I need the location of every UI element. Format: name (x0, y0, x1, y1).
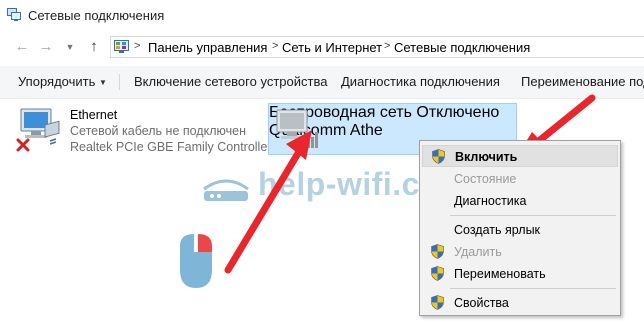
title-bar: Сетевые подключения (0, 0, 644, 32)
menu-divider (450, 215, 616, 216)
menu-divider (450, 288, 616, 289)
arrow-right-icon[interactable]: → (38, 37, 54, 57)
breadcrumb-network-connections[interactable]: Сетевые подключения (394, 40, 530, 55)
menu-item-status[interactable]: Состояние (422, 168, 618, 190)
toolbar-divider (119, 74, 120, 90)
arrow-left-icon[interactable]: ← (14, 37, 30, 57)
breadcrumb-separator: > (384, 40, 391, 52)
context-menu: Включить Состояние Диагностика Создать я… (419, 140, 621, 316)
connection-name: Ethernet (70, 108, 118, 122)
connection-status: Сетевой кабель не подключен (70, 124, 246, 138)
menu-item-rename[interactable]: Переименовать (422, 263, 618, 285)
menu-item-label: Удалить (454, 245, 502, 259)
menu-item-delete[interactable]: Удалить (422, 241, 618, 263)
connection-device: Realtek PCIe GBE Family Controller (70, 140, 272, 154)
uac-shield-icon (432, 149, 445, 164)
connection-status: Отключено (416, 104, 500, 121)
breadcrumb-control-panel[interactable]: Панель управления (148, 40, 267, 55)
uac-shield-icon (431, 266, 444, 281)
chevron-down-icon: ▼ (98, 78, 107, 87)
breadcrumb-separator: > (134, 40, 141, 52)
menu-item-label: Диагностика (454, 194, 527, 208)
command-bar: Упорядочить ▼ Включение сетевого устройс… (0, 66, 644, 99)
menu-item-label: Включить (455, 150, 518, 164)
organize-label: Упорядочить (18, 74, 96, 89)
enable-device-button[interactable]: Включение сетевого устройства (134, 74, 327, 89)
menu-item-properties[interactable]: Свойства (422, 292, 618, 314)
menu-item-label: Создать ярлык (454, 223, 541, 237)
router-logo-icon (203, 179, 249, 201)
address-row: ← → ▼ ↑ > Панель управления > Сеть и Инт… (0, 34, 644, 62)
menu-item-create-shortcut[interactable]: Создать ярлык (422, 219, 618, 241)
wireless-adapter-icon (276, 109, 318, 148)
menu-item-label: Переименовать (454, 267, 546, 281)
menu-item-label: Свойства (454, 296, 509, 310)
rename-button[interactable]: Переименование подк (521, 74, 644, 89)
connection-ethernet[interactable]: Ethernet Сетевой кабель не подключен Rea… (0, 100, 271, 156)
menu-item-label: Состояние (454, 172, 517, 186)
disconnected-x-icon (16, 138, 30, 152)
uac-shield-icon (431, 295, 444, 310)
address-bar[interactable]: > Панель управления > Сеть и Интернет > … (110, 36, 644, 58)
organize-button[interactable]: Упорядочить ▼ (18, 74, 107, 89)
control-panel-icon (114, 40, 129, 53)
mouse-right-click-icon (180, 234, 212, 288)
diagnose-button[interactable]: Диагностика подключения (341, 74, 500, 89)
menu-item-enable[interactable]: Включить (422, 145, 618, 167)
window-title: Сетевые подключения (28, 8, 165, 23)
arrow-up-icon[interactable]: ↑ (86, 37, 102, 57)
uac-shield-icon (431, 244, 444, 259)
network-connections-icon (7, 8, 21, 21)
breadcrumb-separator: > (272, 40, 279, 52)
chevron-down-icon[interactable]: ▼ (62, 37, 78, 57)
breadcrumb-network-internet[interactable]: Сеть и Интернет (282, 40, 382, 55)
menu-item-diagnose[interactable]: Диагностика (422, 190, 618, 212)
